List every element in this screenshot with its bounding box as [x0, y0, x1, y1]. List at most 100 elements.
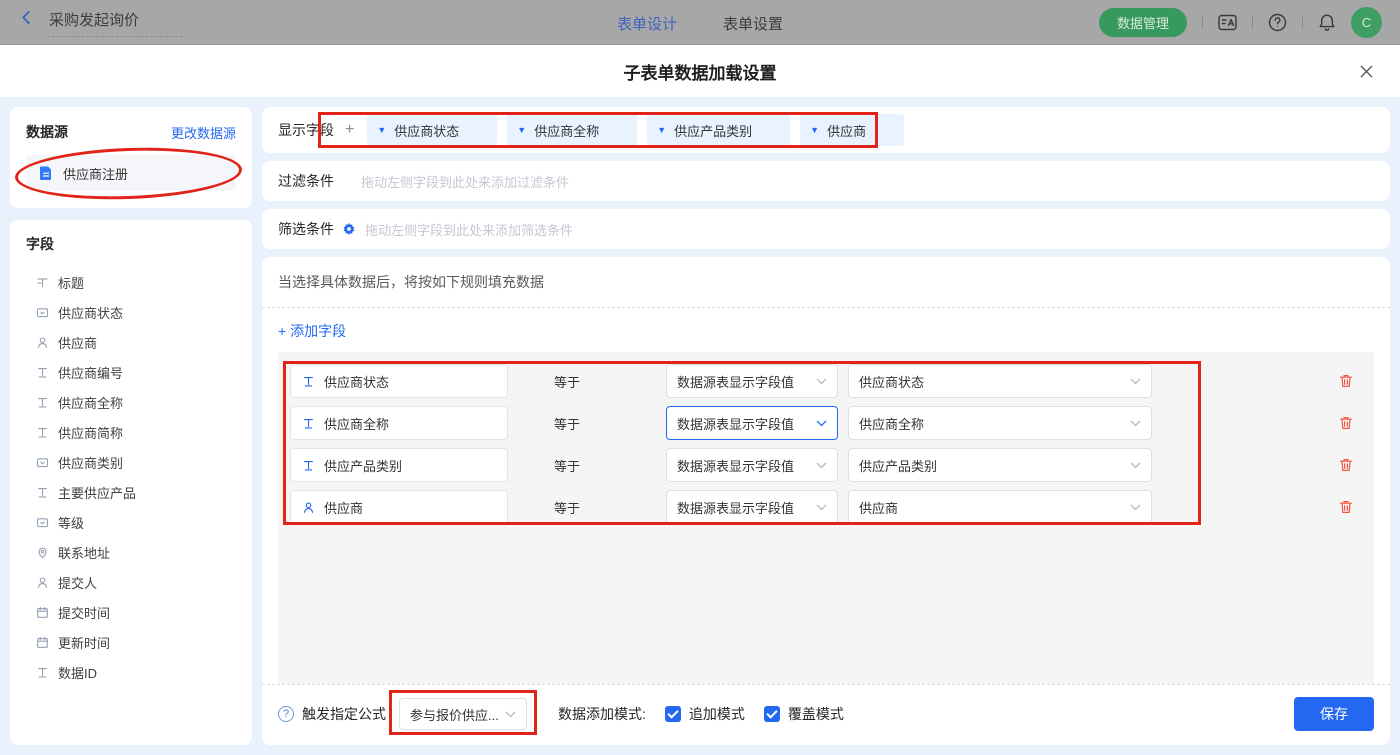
field-label: 提交时间	[58, 603, 110, 622]
add-display-field-button[interactable]: +	[345, 121, 354, 139]
display-field-chips: ▼ 供应商状态 ▼ 供应商全称 ▼ 供应产品类别	[367, 114, 904, 146]
field-item[interactable]: 供应商类别	[26, 447, 236, 477]
rule-target-field[interactable]: 供应商全称	[290, 406, 508, 440]
translate-icon[interactable]	[1218, 14, 1237, 31]
screen-condition-row[interactable]: 筛选条件 拖动左侧字段到此处来添加筛选条件	[262, 209, 1390, 249]
close-icon[interactable]	[1359, 64, 1374, 79]
chevron-down-icon: ▼	[517, 126, 526, 135]
datasource-item[interactable]: 供应商注册	[26, 155, 236, 191]
field-item[interactable]: 提交人	[26, 567, 236, 597]
filter-label: 过滤条件	[278, 171, 334, 191]
data-manage-button[interactable]: 数据管理	[1099, 8, 1187, 37]
rule-source-value: 数据源表显示字段值	[677, 414, 794, 433]
rule-operator: 等于	[554, 414, 614, 433]
append-mode-label: 追加模式	[689, 704, 745, 724]
change-datasource-link[interactable]: 更改数据源	[171, 123, 236, 142]
delete-rule-icon[interactable]	[1338, 457, 1354, 473]
divider	[1302, 15, 1303, 29]
rule-source-select[interactable]: 数据源表显示字段值	[666, 364, 838, 398]
rule-target-field[interactable]: 供应商状态	[290, 364, 508, 398]
delete-rule-icon[interactable]	[1338, 373, 1354, 389]
rule-field-label: 供应商状态	[324, 372, 389, 391]
field-item[interactable]: 供应商	[26, 327, 236, 357]
calendar-icon	[35, 606, 49, 619]
formula-value: 参与报价供应...	[410, 705, 499, 724]
text-icon	[35, 396, 49, 409]
rule-row: 供应商全称 等于 数据源表显示字段值 供应商全称	[290, 406, 1362, 440]
field-item[interactable]: 供应商全称	[26, 387, 236, 417]
field-label: 数据ID	[58, 663, 97, 682]
rule-mapped-value: 供应产品类别	[859, 456, 937, 475]
field-label: 等级	[58, 513, 84, 532]
field-item[interactable]: 联系地址	[26, 537, 236, 567]
dialog-footer: ? 触发指定公式 参与报价供应... 数据添加模式: 追加模式	[262, 684, 1390, 745]
rule-row: 供应商 等于 数据源表显示字段值 供应商	[290, 490, 1362, 524]
text-icon	[35, 486, 49, 499]
rule-mapped-field-select[interactable]: 供应商全称	[848, 406, 1152, 440]
tab-form-settings[interactable]: 表单设置	[723, 13, 783, 34]
rule-row: 供应产品类别 等于 数据源表显示字段值 供应产品类别	[290, 448, 1362, 482]
gear-icon[interactable]	[342, 222, 356, 236]
chip-label: 供应商状态	[394, 121, 459, 140]
fields-title: 字段	[26, 234, 236, 254]
field-item[interactable]: 供应商编号	[26, 357, 236, 387]
topbar: 采购发起询价 表单设计 表单设置 数据管理 C	[0, 0, 1400, 45]
rule-source-select[interactable]: 数据源表显示字段值	[666, 448, 838, 482]
bell-icon[interactable]	[1318, 13, 1336, 32]
form-title[interactable]: 采购发起询价	[47, 7, 183, 37]
chevron-down-icon	[816, 504, 827, 511]
help-icon[interactable]	[1268, 13, 1287, 32]
subform-data-load-dialog: 子表单数据加载设置 数据源 更改数据源 供应商注册	[0, 45, 1400, 755]
rule-source-value: 数据源表显示字段值	[677, 372, 794, 391]
field-label: 供应商	[58, 333, 97, 352]
chip-label: 供应商全称	[534, 121, 599, 140]
field-item[interactable]: 供应商简称	[26, 417, 236, 447]
rule-mapped-value: 供应商	[859, 498, 898, 517]
delete-rule-icon[interactable]	[1338, 499, 1354, 515]
rule-row: 供应商状态 等于 数据源表显示字段值 供应商状态	[290, 364, 1362, 398]
field-item[interactable]: 主要供应产品	[26, 477, 236, 507]
field-item[interactable]: 标题	[26, 267, 236, 297]
chevron-down-icon: ▼	[377, 126, 386, 135]
field-item[interactable]: 数据ID	[26, 657, 236, 687]
field-item[interactable]: 更新时间	[26, 627, 236, 657]
field-label: 供应商简称	[58, 423, 123, 442]
rule-target-field[interactable]: 供应商	[290, 490, 508, 524]
overwrite-mode-checkbox[interactable]	[764, 706, 780, 722]
rule-source-select[interactable]: 数据源表显示字段值	[666, 406, 838, 440]
screen-label: 筛选条件	[278, 219, 334, 239]
display-field-chip[interactable]: ▼ 供应产品类别	[647, 114, 790, 146]
select-icon	[35, 306, 49, 319]
delete-rule-icon[interactable]	[1338, 415, 1354, 431]
calendar-icon	[35, 636, 49, 649]
field-label: 供应商编号	[58, 363, 123, 382]
field-item[interactable]: 供应商状态	[26, 297, 236, 327]
text-icon	[35, 366, 49, 379]
rule-source-select[interactable]: 数据源表显示字段值	[666, 490, 838, 524]
field-item[interactable]: 等级	[26, 507, 236, 537]
back-button[interactable]	[18, 9, 35, 29]
filter-condition-row[interactable]: 过滤条件 拖动左侧字段到此处来添加过滤条件	[262, 161, 1390, 201]
chevron-down-icon	[1130, 504, 1141, 511]
rule-mapped-field-select[interactable]: 供应产品类别	[848, 448, 1152, 482]
formula-select[interactable]: 参与报价供应...	[399, 698, 527, 730]
display-field-chip[interactable]: ▼ 供应商全称	[507, 114, 637, 146]
append-mode-checkbox[interactable]	[665, 706, 681, 722]
rule-field-label: 供应商	[324, 498, 363, 517]
rules-area: 供应商状态 等于 数据源表显示字段值 供应商状态	[278, 352, 1374, 684]
rule-mapped-value: 供应商状态	[859, 372, 924, 391]
display-field-chip[interactable]: ▼ 供应商状态	[367, 114, 497, 146]
add-field-button[interactable]: + 添加字段	[262, 308, 362, 352]
avatar[interactable]: C	[1351, 7, 1382, 38]
field-item[interactable]: 提交时间	[26, 597, 236, 627]
rule-source-value: 数据源表显示字段值	[677, 498, 794, 517]
save-button[interactable]: 保存	[1294, 697, 1374, 731]
tab-form-design[interactable]: 表单设计	[617, 13, 677, 34]
datasource-title: 数据源	[26, 122, 68, 142]
rule-mapped-field-select[interactable]: 供应商	[848, 490, 1152, 524]
user-icon	[301, 501, 315, 514]
formula-help-icon[interactable]: ?	[278, 706, 294, 722]
rule-target-field[interactable]: 供应产品类别	[290, 448, 508, 482]
rule-mapped-field-select[interactable]: 供应商状态	[848, 364, 1152, 398]
display-field-chip[interactable]: ▼ 供应商	[800, 114, 904, 146]
